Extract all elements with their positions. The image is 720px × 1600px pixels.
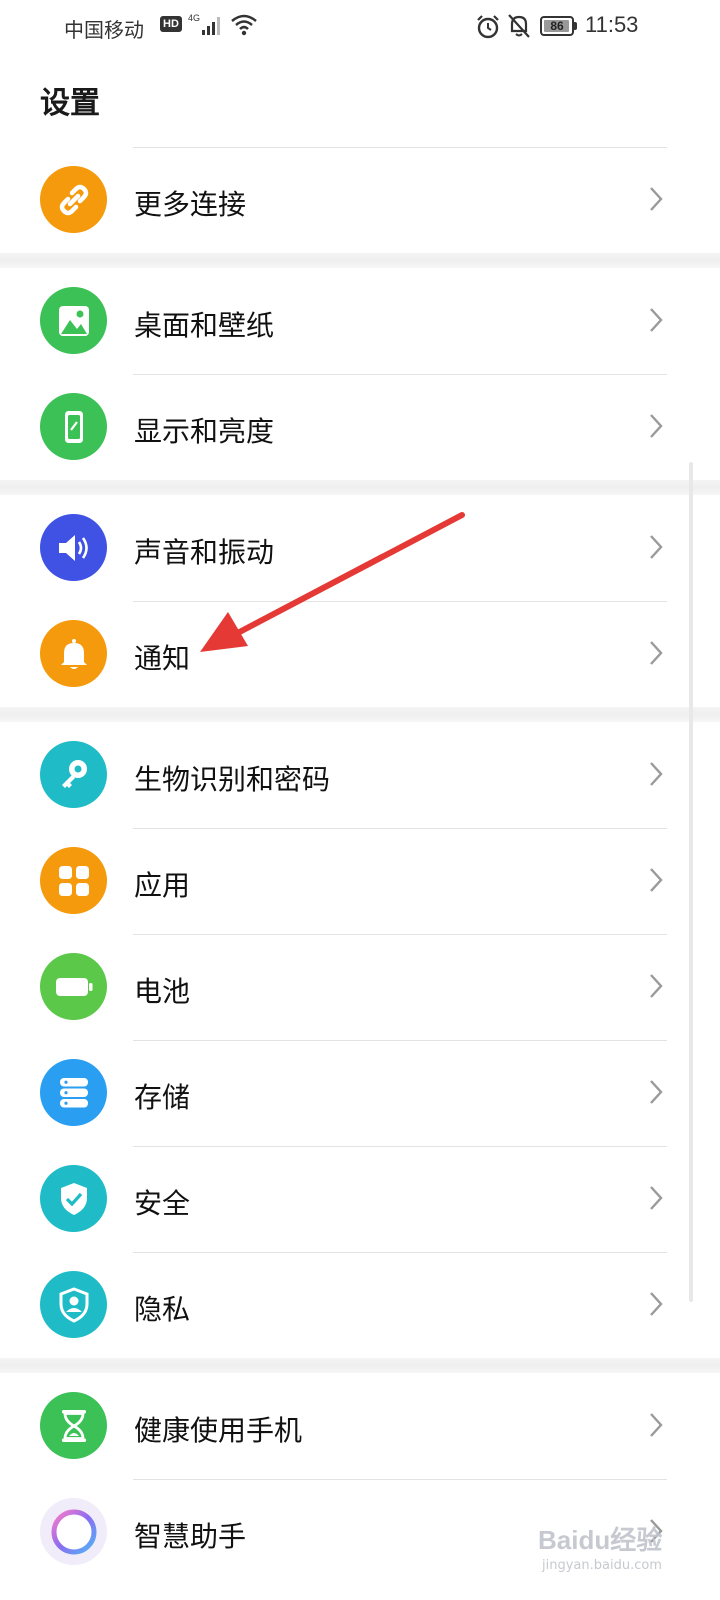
divider <box>133 374 667 375</box>
divider <box>133 934 667 935</box>
divider <box>133 828 667 829</box>
settings-item-biometrics-password[interactable]: 生物识别和密码 <box>0 722 720 828</box>
watermark-subtext: jingyan.baidu.com <box>542 1558 662 1573</box>
divider <box>133 147 667 148</box>
settings-group-display: 桌面和壁纸 显示和亮度 <box>0 268 720 480</box>
chevron-right-icon <box>650 641 663 665</box>
group-separator <box>0 707 720 722</box>
settings-item-more-connections[interactable]: 更多连接 <box>0 147 720 253</box>
chevron-right-icon <box>650 1292 663 1316</box>
status-bar: 中国移动 HD 4G 86 11:53 <box>0 0 720 56</box>
watermark-text: Baidu经验 <box>538 1525 663 1555</box>
settings-item-wallpaper[interactable]: 桌面和壁纸 <box>0 268 720 374</box>
shield-check-icon <box>40 1165 107 1232</box>
divider <box>133 1146 667 1147</box>
settings-item-label: 应用 <box>134 869 191 902</box>
battery-level: 86 <box>550 19 564 33</box>
chevron-right-icon <box>650 414 663 438</box>
alarm-icon <box>477 15 499 39</box>
battery-tip <box>574 22 577 30</box>
apps-icon <box>40 847 107 914</box>
chevron-right-icon <box>650 1080 663 1104</box>
settings-item-apps[interactable]: 应用 <box>0 828 720 934</box>
storage-icon <box>40 1059 107 1126</box>
scrollbar[interactable] <box>689 462 693 1302</box>
settings-item-security[interactable]: 安全 <box>0 1146 720 1252</box>
chevron-right-icon <box>650 535 663 559</box>
key-icon <box>40 741 107 808</box>
divider <box>133 1040 667 1041</box>
settings-list: 更多连接 桌面和壁纸 显示和亮度 声音和振动 通知 生物识别和密码 应用 电池 … <box>0 147 720 1585</box>
hourglass-icon <box>40 1392 107 1459</box>
group-separator <box>0 253 720 268</box>
settings-item-label: 桌面和壁纸 <box>134 309 275 342</box>
group-separator <box>0 1358 720 1373</box>
watermark: Baidu经验 jingyan.baidu.com <box>538 1498 714 1598</box>
settings-item-label: 声音和振动 <box>134 536 275 569</box>
page-title: 设置 <box>40 86 100 121</box>
settings-item-label: 通知 <box>134 642 191 675</box>
settings-item-storage[interactable]: 存储 <box>0 1040 720 1146</box>
group-separator <box>0 480 720 495</box>
settings-item-label: 生物识别和密码 <box>134 763 331 796</box>
notifications-off-icon <box>508 14 530 38</box>
settings-item-privacy[interactable]: 隐私 <box>0 1252 720 1358</box>
network-type: 4G <box>188 13 200 23</box>
link-icon <box>40 166 107 233</box>
hd-badge: HD <box>160 16 182 32</box>
privacy-icon <box>40 1271 107 1338</box>
settings-group-sound-notifications: 声音和振动 通知 <box>0 495 720 707</box>
settings-item-label: 电池 <box>134 975 191 1008</box>
battery-icon <box>40 953 107 1020</box>
display-icon <box>40 393 107 460</box>
settings-item-label: 更多连接 <box>134 188 247 221</box>
settings-group-system: 生物识别和密码 应用 电池 存储 安全 隐私 <box>0 722 720 1358</box>
divider <box>133 1252 667 1253</box>
wifi-icon <box>231 14 257 36</box>
chevron-right-icon <box>650 1186 663 1210</box>
settings-item-battery[interactable]: 电池 <box>0 934 720 1040</box>
assistant-icon <box>40 1498 107 1565</box>
settings-item-display-brightness[interactable]: 显示和亮度 <box>0 374 720 480</box>
chevron-right-icon <box>650 1413 663 1437</box>
settings-item-label: 健康使用手机 <box>134 1414 303 1447</box>
clock: 11:53 <box>585 12 639 37</box>
settings-group-connections: 更多连接 <box>0 147 720 253</box>
settings-item-digital-balance[interactable]: 健康使用手机 <box>0 1373 720 1479</box>
battery-indicator: 86 <box>540 16 574 36</box>
chevron-right-icon <box>650 308 663 332</box>
settings-item-sound-vibration[interactable]: 声音和振动 <box>0 495 720 601</box>
chevron-right-icon <box>650 762 663 786</box>
settings-item-label: 安全 <box>134 1187 191 1220</box>
chevron-right-icon <box>650 974 663 998</box>
divider <box>133 1479 667 1480</box>
sound-icon <box>40 514 107 581</box>
settings-item-label: 智慧助手 <box>134 1520 247 1553</box>
settings-item-label: 隐私 <box>134 1293 191 1326</box>
bell-icon <box>40 620 107 687</box>
divider <box>133 601 667 602</box>
settings-item-label: 存储 <box>134 1081 191 1114</box>
carrier-name: 中国移动 <box>64 18 144 42</box>
chevron-right-icon <box>650 187 663 211</box>
wallpaper-icon <box>40 287 107 354</box>
settings-item-label: 显示和亮度 <box>134 415 275 448</box>
cellular-signal-icon: 4G <box>188 13 220 35</box>
settings-item-notifications[interactable]: 通知 <box>0 601 720 707</box>
chevron-right-icon <box>650 868 663 892</box>
